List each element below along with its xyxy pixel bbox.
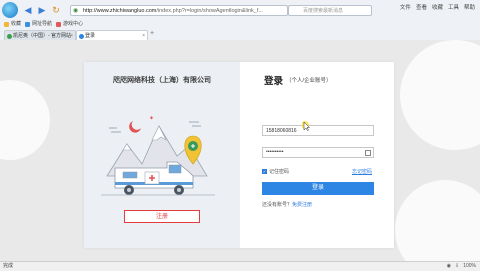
fav-link-label: 游戏中心 xyxy=(63,21,84,27)
svg-text:✦: ✦ xyxy=(149,115,154,122)
nav-icon xyxy=(25,22,31,27)
url-host: http://www.zhichiwangluo.com xyxy=(83,8,157,14)
address-row: ◀ ▶ ↻ ◉ http://www.zhichiwangluo.com/ind… xyxy=(0,0,480,20)
page-content: 咫咫网络科技（上海）有限公司 ✦ 注册 登录 （个人/企业账号） 1581806… xyxy=(0,40,480,261)
url-path: /index.php?r=login/showAgentlogin&link_f… xyxy=(156,8,263,14)
login-title: 登录 xyxy=(264,76,284,87)
search-input[interactable]: 百度搜索最新消息 xyxy=(288,5,372,16)
login-panel: 登录 （个人/企业账号） •••••••••• ✓ 记住密码 忘记密码 登录 还… xyxy=(240,62,394,248)
login-card: 咫咫网络科技（上海）有限公司 ✦ 注册 登录 （个人/企业账号） 1581806… xyxy=(84,62,394,248)
phone-field[interactable] xyxy=(262,125,374,136)
remember-checkbox[interactable]: ✓ xyxy=(262,169,267,174)
background-blob xyxy=(400,40,480,150)
menu-help[interactable]: 帮助 xyxy=(463,3,476,11)
tab-first[interactable]: 凯尼奥（中国）- 官方网站 × xyxy=(4,30,76,40)
fav-link-games[interactable]: 游戏中心 xyxy=(56,20,83,29)
browser-chrome: ◀ ▶ ↻ ◉ http://www.zhichiwangluo.com/ind… xyxy=(0,0,480,41)
site-icon xyxy=(7,33,12,39)
favorites-button[interactable]: 收藏 xyxy=(4,20,21,29)
tab-login[interactable]: 登录 × xyxy=(76,30,148,40)
register-button[interactable]: 注册 xyxy=(124,210,200,223)
forgot-password-link[interactable]: 忘记密码 xyxy=(352,168,372,175)
tab-strip: 凯尼奥（中国）- 官方网站 × 登录 × xyxy=(0,29,480,40)
keyboard-icon[interactable] xyxy=(365,149,371,156)
forward-icon[interactable]: ▶ xyxy=(36,4,48,16)
favorites-label: 收藏 xyxy=(11,21,22,27)
remember-password[interactable]: ✓ 记住密码 xyxy=(262,168,289,175)
menu-file[interactable]: 文件 xyxy=(399,3,412,11)
refresh-icon[interactable]: ↻ xyxy=(50,4,62,16)
url-bar[interactable]: ◉ http://www.zhichiwangluo.com/index.php… xyxy=(70,5,288,16)
tab-label: 登录 xyxy=(85,33,96,39)
background-blob xyxy=(0,80,50,160)
remember-label: 记住密码 xyxy=(269,169,290,175)
browser-logo-icon xyxy=(2,2,18,18)
close-icon[interactable]: × xyxy=(142,31,145,40)
menu-favorites[interactable]: 收藏 xyxy=(431,3,444,11)
game-icon xyxy=(56,22,62,27)
back-icon[interactable]: ◀ xyxy=(22,4,34,16)
star-icon xyxy=(4,22,9,27)
mouse-cursor-icon xyxy=(302,121,311,131)
new-tab-icon[interactable]: + xyxy=(150,30,154,37)
login-button[interactable]: 登录 xyxy=(262,182,374,195)
close-icon[interactable]: × xyxy=(70,31,73,40)
free-register-link[interactable]: 免费注册 xyxy=(292,202,312,208)
fav-link-label: 网址导航 xyxy=(32,21,53,27)
background-blob xyxy=(395,180,480,261)
password-mask: •••••••••• xyxy=(266,149,284,155)
no-account-row: 还没有账号？免费注册 xyxy=(262,201,312,208)
favorites-bar: 收藏 网址导航 游戏中心 xyxy=(0,20,480,29)
menu-tools[interactable]: 工具 xyxy=(447,3,460,11)
menu-view[interactable]: 查看 xyxy=(415,3,428,11)
menu-bar: 文件 查看 收藏 工具 帮助 xyxy=(399,3,476,11)
fav-link-nav[interactable]: 网址导航 xyxy=(25,20,52,29)
page-icon: ◉ xyxy=(73,8,79,14)
password-field[interactable]: •••••••••• xyxy=(262,147,374,158)
login-subtitle: （个人/企业账号） xyxy=(286,78,332,84)
company-name: 咫咫网络科技（上海）有限公司 xyxy=(113,77,211,84)
tab-label: 凯尼奥（中国）- 官方网站 xyxy=(13,33,72,39)
ambulance-illustration: ✦ xyxy=(101,115,215,196)
no-account-text: 还没有账号？ xyxy=(262,202,293,208)
company-panel: 咫咫网络科技（上海）有限公司 ✦ 注册 xyxy=(84,62,240,248)
site-icon xyxy=(79,33,84,39)
